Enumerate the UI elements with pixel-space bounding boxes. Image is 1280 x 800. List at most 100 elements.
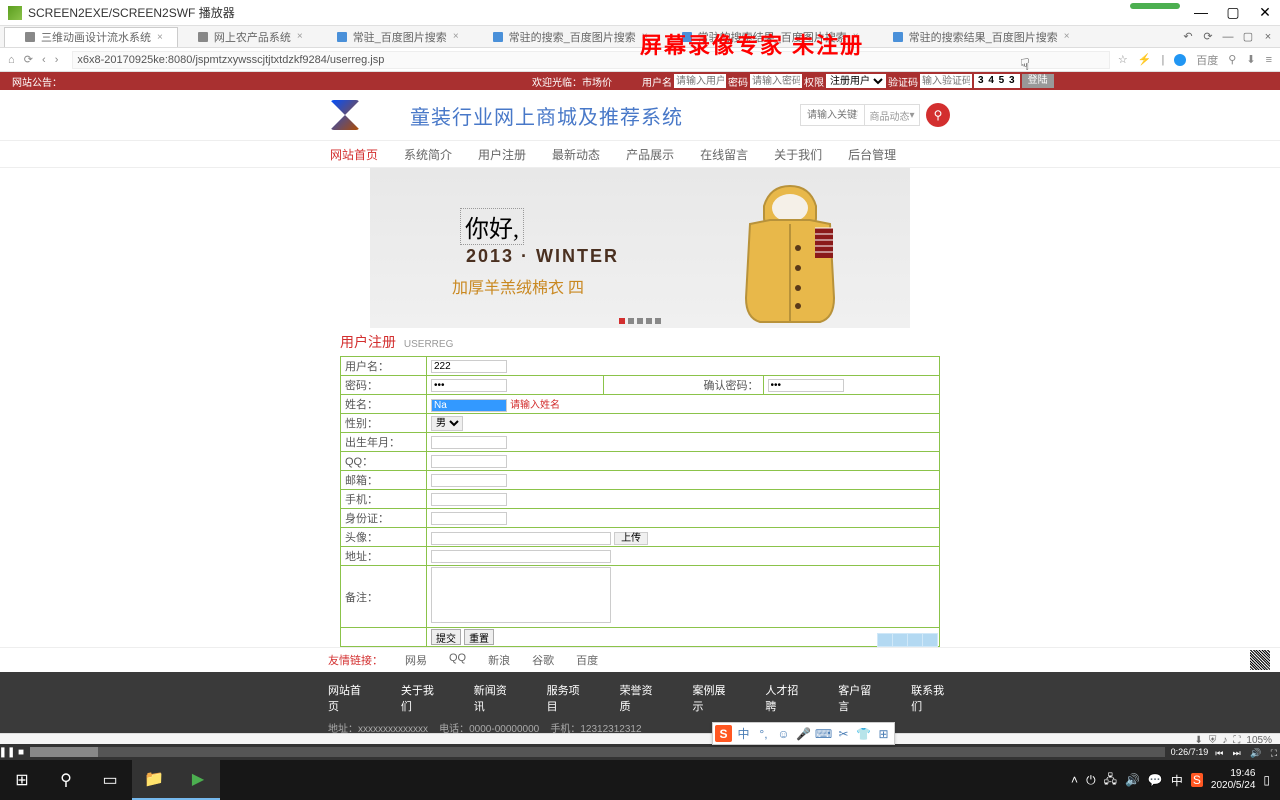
tab-5[interactable]: 常驻的搜索结果_百度图片搜索× xyxy=(662,27,873,47)
tray-power-icon[interactable]: ⏻ xyxy=(1086,773,1096,788)
url-input[interactable]: x6x8-20170925ke:8080/jspmtzxywsscjtjtxtd… xyxy=(72,51,1109,69)
nav-admin[interactable]: 后台管理 xyxy=(848,146,896,163)
taskview-button[interactable]: ▭ xyxy=(88,760,132,800)
reset-button[interactable] xyxy=(464,629,494,645)
input-address[interactable] xyxy=(431,550,611,563)
maximize-button[interactable]: ▢ xyxy=(1226,4,1240,21)
footer-nav-cases[interactable]: 案例展示 xyxy=(692,682,733,714)
footer-nav-honor[interactable]: 荣誉资质 xyxy=(620,682,661,714)
tray-clock[interactable]: 19:46 2020/5/24 xyxy=(1211,768,1256,792)
textarea-note[interactable] xyxy=(431,567,611,623)
search-category-select[interactable]: 商品动态 ▾ xyxy=(865,104,920,126)
link-baidu[interactable]: 百度 xyxy=(576,652,598,668)
sogou-logo-icon[interactable]: S xyxy=(715,725,732,742)
star-icon[interactable]: ☆ xyxy=(1118,53,1128,66)
tab-close-icon[interactable]: × xyxy=(157,32,163,43)
refresh-icon[interactable]: ⟳ xyxy=(1200,29,1216,45)
download-icon[interactable]: ⬇ xyxy=(1246,53,1255,66)
fullscreen-icon[interactable]: ⛶ xyxy=(1271,748,1277,758)
captcha-input[interactable] xyxy=(920,74,972,88)
ime-emoji-icon[interactable]: ☺ xyxy=(775,725,792,742)
pause-button[interactable]: ❚❚ xyxy=(0,745,14,759)
minimize-button[interactable]: — xyxy=(1194,4,1208,21)
tray-sogou-icon[interactable]: S xyxy=(1191,773,1203,787)
search-engine[interactable]: 百度 xyxy=(1196,52,1218,68)
tray-network-icon[interactable]: 🖧 xyxy=(1104,770,1117,791)
input-birthdate[interactable] xyxy=(431,436,507,449)
app-button[interactable]: ▶ xyxy=(176,760,220,800)
footer-nav-home[interactable]: 网站首页 xyxy=(328,682,369,714)
footer-nav-news[interactable]: 新闻资讯 xyxy=(474,682,515,714)
home-icon[interactable]: ⌂ xyxy=(8,54,15,66)
submit-button[interactable] xyxy=(431,629,461,645)
ime-settings-icon[interactable]: ⊞ xyxy=(875,725,892,742)
ime-toolbar[interactable]: S 中 °, ☺ 🎤 ⌨ ✂ 👕 ⊞ xyxy=(712,722,895,745)
tray-notify-icon[interactable]: 💬 xyxy=(1148,773,1163,787)
ime-tool-icon[interactable]: ✂ xyxy=(835,725,852,742)
back-icon[interactable]: ‹ xyxy=(42,54,46,66)
ime-voice-icon[interactable]: 🎤 xyxy=(795,725,812,742)
prev-button[interactable]: ⏮ xyxy=(1215,748,1223,758)
nav-guestbook[interactable]: 在线留言 xyxy=(700,146,748,163)
input-phone[interactable] xyxy=(431,493,507,506)
tab-3[interactable]: 常驻_百度图片搜索× xyxy=(317,27,473,47)
input-username[interactable] xyxy=(431,360,507,373)
ime-lang[interactable]: 中 xyxy=(735,725,752,742)
tab-close-icon[interactable]: × xyxy=(853,31,859,42)
tab-2[interactable]: 网上农产品系统× xyxy=(178,27,317,47)
footer-nav-service[interactable]: 服务项目 xyxy=(547,682,588,714)
nav-about[interactable]: 关于我们 xyxy=(774,146,822,163)
ime-keyboard-icon[interactable]: ⌨ xyxy=(815,725,832,742)
input-email[interactable] xyxy=(431,474,507,487)
username-input[interactable] xyxy=(674,74,726,88)
link-netease[interactable]: 网易 xyxy=(405,652,427,668)
next-button[interactable]: ⏭ xyxy=(1233,748,1241,758)
ime-skin-icon[interactable]: 👕 xyxy=(855,725,872,742)
volume-icon[interactable]: 🔊 xyxy=(1250,748,1261,758)
stop-button[interactable]: ■ xyxy=(14,745,28,759)
tab-close-icon[interactable]: × xyxy=(642,31,648,42)
carousel-dots[interactable] xyxy=(619,318,661,324)
search-icon[interactable]: ⚲ xyxy=(1228,53,1236,66)
upload-button[interactable]: 上传 xyxy=(614,532,648,545)
nav-intro[interactable]: 系统简介 xyxy=(404,146,452,163)
tray-volume-icon[interactable]: 🔊 xyxy=(1125,773,1140,787)
window-close-icon[interactable]: × xyxy=(1260,29,1276,45)
tray-chevron-icon[interactable]: ˄ xyxy=(1071,773,1078,787)
input-qq[interactable] xyxy=(431,455,507,468)
tab-6[interactable]: 常驻的搜索结果_百度图片搜索× xyxy=(873,27,1084,47)
tab-close-icon[interactable]: × xyxy=(453,31,459,42)
link-google[interactable]: 谷歌 xyxy=(532,652,554,668)
link-sina[interactable]: 新浪 xyxy=(488,652,510,668)
input-idcard[interactable] xyxy=(431,512,507,525)
extension-icon[interactable] xyxy=(1174,54,1186,66)
search-button[interactable]: ⚲ xyxy=(926,103,950,127)
role-select[interactable]: 注册用户 xyxy=(826,74,886,88)
login-button[interactable]: 登陆 xyxy=(1022,74,1054,88)
tab-close-icon[interactable]: × xyxy=(1064,31,1070,42)
search-button[interactable]: ⚲ xyxy=(44,760,88,800)
close-button[interactable]: ✕ xyxy=(1258,4,1272,21)
menu-icon[interactable]: ≡ xyxy=(1266,54,1272,66)
start-button[interactable]: ⊞ xyxy=(0,760,44,800)
captcha-image[interactable]: 3 4 5 3 xyxy=(974,74,1020,88)
window-max-icon[interactable]: ▢ xyxy=(1240,29,1256,45)
explorer-button[interactable]: 📁 xyxy=(132,760,176,800)
nav-home[interactable]: 网站首页 xyxy=(330,146,378,163)
link-qq[interactable]: QQ xyxy=(449,652,466,668)
refresh-icon[interactable]: ⟳ xyxy=(24,54,33,66)
tab-close-icon[interactable]: × xyxy=(297,31,303,42)
lightning-icon[interactable]: ⚡ xyxy=(1138,53,1152,66)
footer-nav-jobs[interactable]: 人才招聘 xyxy=(765,682,806,714)
input-password[interactable] xyxy=(431,379,507,392)
input-confirm-password[interactable] xyxy=(768,379,844,392)
nav-news[interactable]: 最新动态 xyxy=(552,146,600,163)
input-avatar-path[interactable] xyxy=(431,532,611,545)
qrcode-icon[interactable] xyxy=(1250,650,1270,670)
footer-nav-about[interactable]: 关于我们 xyxy=(401,682,442,714)
window-min-icon[interactable]: — xyxy=(1220,29,1236,45)
tray-action-center-icon[interactable]: ▯ xyxy=(1263,773,1270,787)
forward-icon[interactable]: › xyxy=(55,54,59,66)
nav-register[interactable]: 用户注册 xyxy=(478,146,526,163)
progress-track[interactable] xyxy=(30,747,1165,757)
